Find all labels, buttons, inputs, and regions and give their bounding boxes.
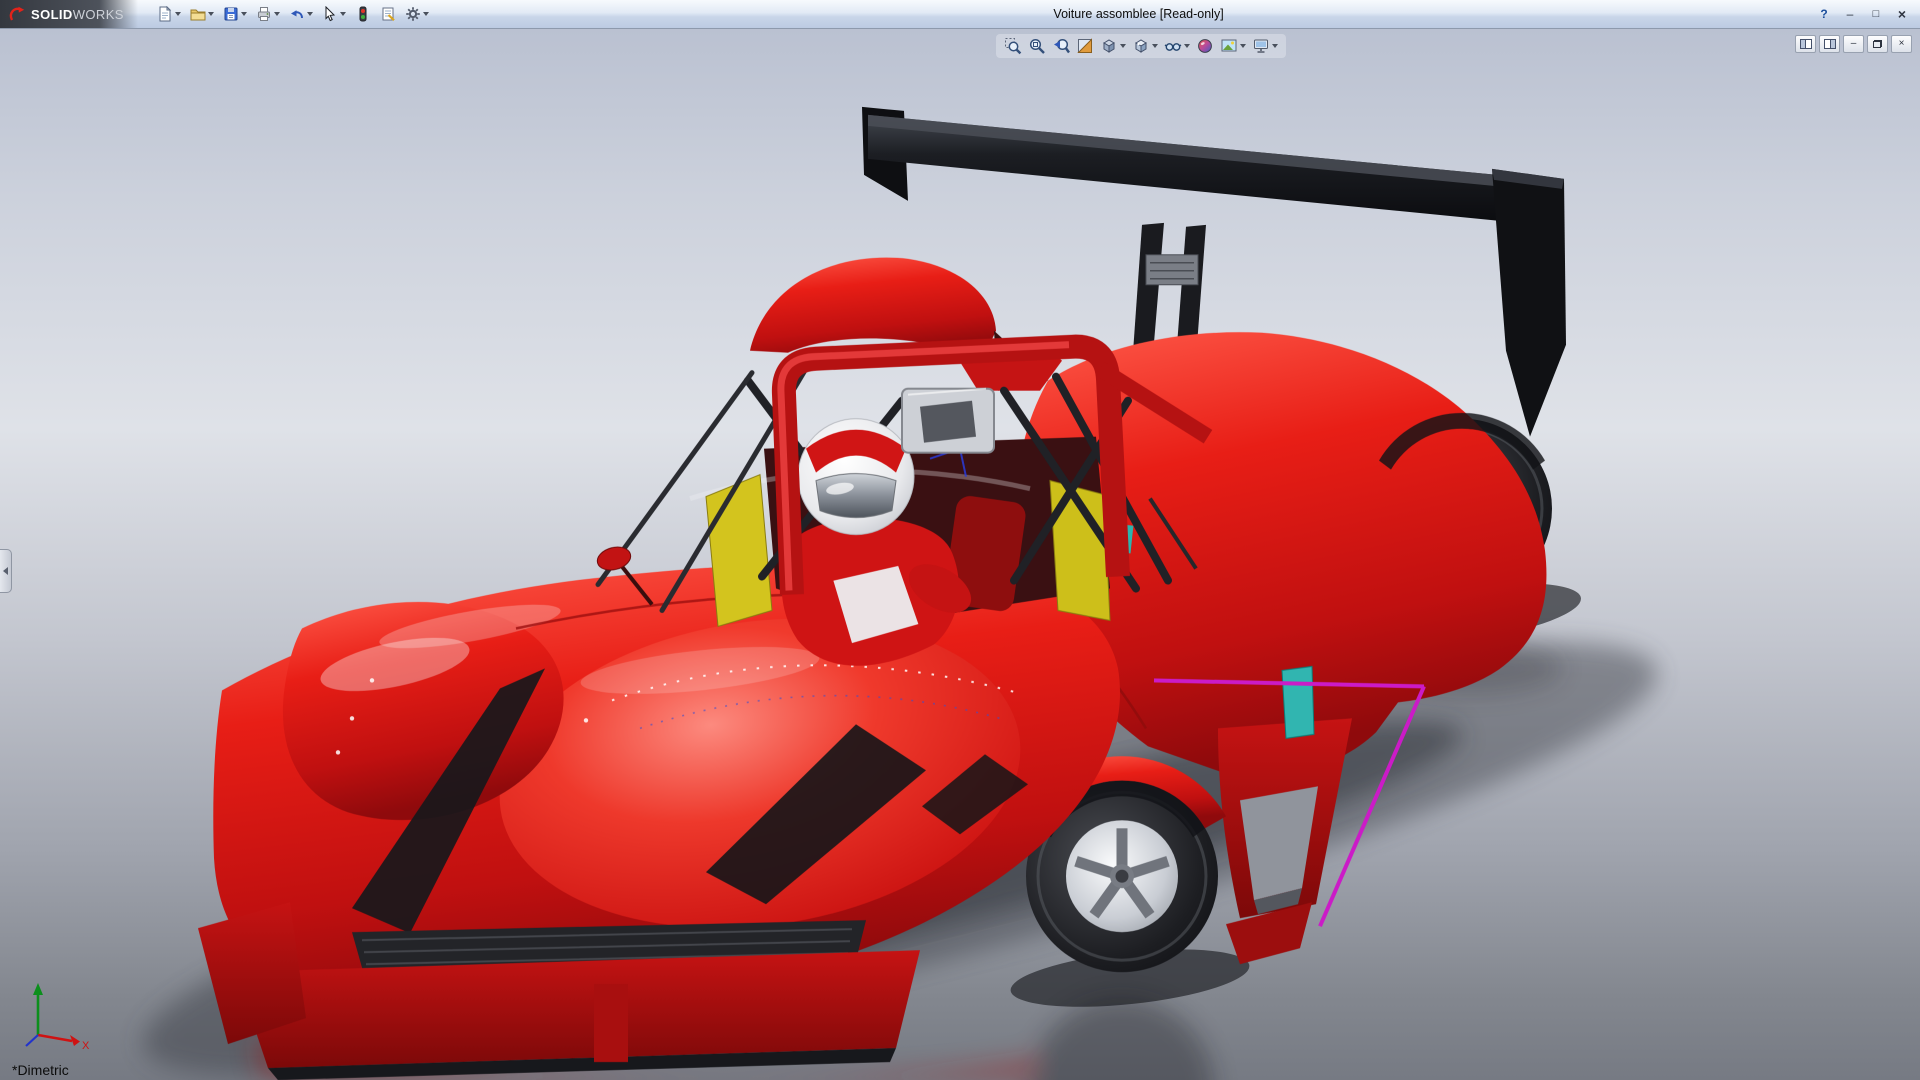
chevron-down-icon[interactable] — [1272, 44, 1278, 48]
visor — [816, 474, 896, 518]
orientation-label: *Dimetric — [12, 1062, 69, 1078]
split-pane-right-button[interactable] — [1819, 35, 1840, 53]
split-pane-left-button[interactable] — [1795, 35, 1816, 53]
zoom-to-area-button[interactable] — [1027, 36, 1047, 56]
chevron-down-icon[interactable] — [1240, 44, 1246, 48]
chevron-left-icon — [3, 567, 8, 575]
hide-show-items-button[interactable] — [1163, 36, 1191, 56]
3d-model-canvas[interactable] — [0, 29, 1920, 1080]
chevron-down-icon[interactable] — [340, 12, 346, 16]
chevron-down-icon[interactable] — [1120, 44, 1126, 48]
rebuild-button[interactable] — [352, 4, 374, 24]
chevron-down-icon[interactable] — [175, 12, 181, 16]
view-settings-button[interactable] — [1251, 36, 1279, 56]
side-window[interactable] — [1282, 666, 1314, 738]
view-settings-icon — [1252, 37, 1270, 55]
save-button[interactable] — [220, 4, 250, 24]
options-gear-icon — [405, 6, 421, 22]
display-style-icon — [1132, 37, 1150, 55]
previous-view-button[interactable] — [1051, 36, 1071, 56]
options-button[interactable] — [402, 4, 432, 24]
document-window-controls: – × — [1795, 35, 1912, 53]
solidworks-window: SOLIDWORKS — [0, 0, 1920, 1080]
open-button[interactable] — [187, 4, 217, 24]
open-folder-icon — [190, 6, 206, 22]
solidworks-logo-icon — [8, 6, 25, 23]
file-properties-icon — [380, 6, 396, 22]
new-document-button[interactable] — [154, 4, 184, 24]
window-title: Voiture assomblee [Read-only] — [1053, 7, 1223, 21]
split-pane-left-icon — [1800, 39, 1812, 49]
print-button[interactable] — [253, 4, 283, 24]
edit-appearance-button[interactable] — [1195, 36, 1215, 56]
chevron-down-icon[interactable] — [208, 12, 214, 16]
reference-triad: X — [16, 975, 96, 1056]
section-view-button[interactable] — [1075, 36, 1095, 56]
apply-scene-button[interactable] — [1219, 36, 1247, 56]
zoom-to-fit-icon — [1004, 37, 1022, 55]
chevron-down-icon[interactable] — [274, 12, 280, 16]
select-cursor-icon — [322, 6, 338, 22]
section-view-icon — [1076, 37, 1094, 55]
file-properties-button[interactable] — [377, 4, 399, 24]
heads-up-view-toolbar — [996, 34, 1286, 58]
new-document-icon — [157, 6, 173, 22]
select-button[interactable] — [319, 4, 349, 24]
undo-button[interactable] — [286, 4, 316, 24]
hide-show-items-icon — [1164, 37, 1182, 55]
edit-appearance-icon — [1196, 37, 1214, 55]
yellow-panel-left — [706, 475, 772, 627]
chevron-down-icon[interactable] — [1152, 44, 1158, 48]
close-button[interactable]: × — [1891, 5, 1913, 23]
chevron-down-icon[interactable] — [1184, 44, 1190, 48]
doc-close-button[interactable]: × — [1891, 35, 1912, 53]
undo-icon — [289, 6, 305, 22]
chevron-down-icon[interactable] — [307, 12, 313, 16]
rebuild-icon — [355, 6, 371, 22]
print-icon — [256, 6, 272, 22]
standard-toolbar — [154, 4, 432, 24]
splitter-pylon — [594, 984, 628, 1062]
chevron-down-icon[interactable] — [423, 12, 429, 16]
split-pane-right-icon — [1824, 39, 1836, 49]
restore-icon — [1873, 40, 1882, 48]
window-controls: ? – □ × — [1813, 5, 1920, 23]
camera-box[interactable] — [902, 389, 994, 453]
doc-minimize-button[interactable]: – — [1843, 35, 1864, 53]
save-icon — [223, 6, 239, 22]
help-button[interactable]: ? — [1813, 5, 1835, 23]
chevron-down-icon[interactable] — [241, 12, 247, 16]
apply-scene-icon — [1220, 37, 1238, 55]
zoom-to-area-icon — [1028, 37, 1046, 55]
doc-restore-button[interactable] — [1867, 35, 1888, 53]
zoom-to-fit-button[interactable] — [1003, 36, 1023, 56]
panel-collapse-tab[interactable] — [0, 549, 12, 593]
graphics-area[interactable]: – × X *Dimetric — [0, 29, 1920, 1080]
display-style-button[interactable] — [1131, 36, 1159, 56]
view-orientation-button[interactable] — [1099, 36, 1127, 56]
titlebar: SOLIDWORKS — [0, 0, 1920, 29]
solidworks-logo: SOLIDWORKS — [0, 0, 138, 28]
previous-view-icon — [1052, 37, 1070, 55]
view-orientation-icon — [1100, 37, 1118, 55]
triad-x-label: X — [82, 1040, 90, 1051]
brand-text: SOLIDWORKS — [31, 7, 124, 22]
maximize-button[interactable]: □ — [1865, 5, 1887, 23]
minimize-button[interactable]: – — [1839, 5, 1861, 23]
